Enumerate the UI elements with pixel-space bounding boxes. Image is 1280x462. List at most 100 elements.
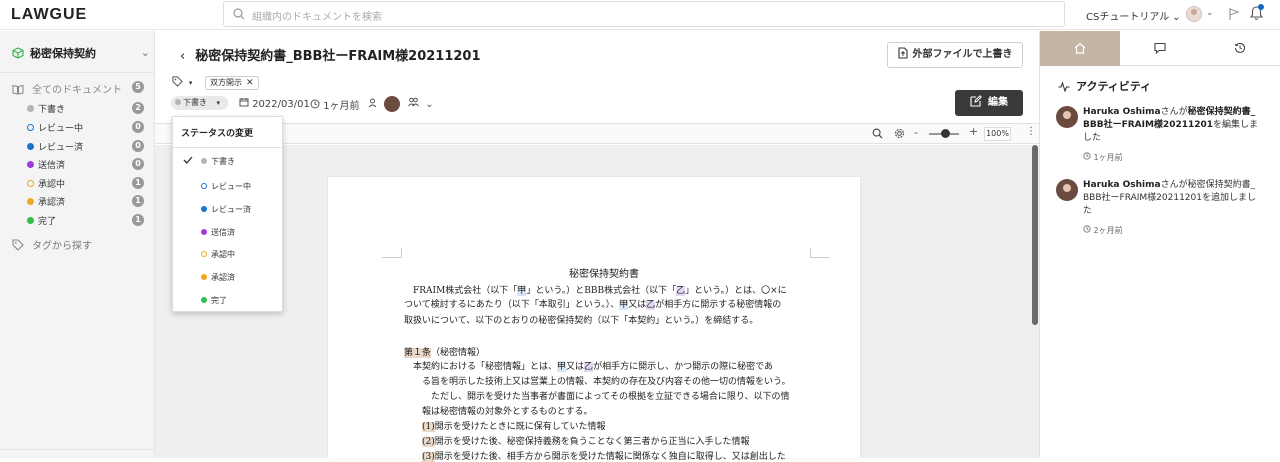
activity-icon xyxy=(1058,81,1070,95)
caret-down-icon: ▾ xyxy=(188,79,193,87)
back-arrow-icon[interactable]: ‹ xyxy=(180,49,185,64)
menu-item-draft[interactable]: 下書き xyxy=(201,156,281,167)
menu-item-in-review[interactable]: レビュー中 xyxy=(201,181,281,192)
sidebar-item-label: 全てのドキュメント xyxy=(32,85,122,96)
sidebar-item-all-documents[interactable]: 全てのドキュメント 5 xyxy=(12,81,147,98)
group-icon xyxy=(408,97,422,110)
status-dot xyxy=(27,198,34,205)
zoom-slider-handle[interactable] xyxy=(941,129,950,138)
tab-history[interactable] xyxy=(1200,31,1280,66)
org-name: CSチュートリアル xyxy=(1086,12,1170,23)
contract-intro-line: 取扱いについて、以下のとおりの秘密保持契約（以下「本契約」という。）を締結する。 xyxy=(404,316,759,326)
count-badge: 0 xyxy=(132,158,144,170)
panel-tabs xyxy=(1040,31,1280,66)
chevron-down-icon[interactable]: ⌄ xyxy=(1206,8,1214,18)
button-label: 外部ファイルで上書き xyxy=(912,49,1013,60)
search-placeholder: 組織内のドキュメントを検索 xyxy=(252,12,382,23)
count-badge: 0 xyxy=(132,121,144,133)
contract-intro-line: FRAIM株式会社（以下「甲」という。）とBBB株式会社（以下「乙」という。）と… xyxy=(404,286,787,296)
status-dot xyxy=(27,105,34,112)
tag-dropdown[interactable]: ▾ xyxy=(172,76,192,90)
status-dot xyxy=(201,206,207,212)
sidebar-item-status-approving[interactable]: 承認中 1 xyxy=(27,177,147,190)
notification-badge xyxy=(1258,4,1264,10)
zoom-out-button[interactable]: - xyxy=(914,126,918,139)
document-updated: 1ヶ月前 xyxy=(310,97,360,112)
avatar xyxy=(1056,106,1078,128)
article-body-line: 報は秘密情報の対象外とするものとする。 xyxy=(422,407,593,417)
clock-icon xyxy=(1083,225,1094,235)
members-dropdown[interactable]: ⌄ xyxy=(408,97,434,110)
gear-icon[interactable] xyxy=(894,128,905,142)
close-icon[interactable]: ✕ xyxy=(246,78,254,88)
status-dot xyxy=(201,229,207,235)
chevron-down-icon: ⌄ xyxy=(1172,12,1181,23)
tab-home[interactable] xyxy=(1040,31,1120,66)
workspace-selector[interactable]: 秘密保持契約 ⌄ xyxy=(12,45,152,62)
page-title: ‹ 秘密保持契約書_BBB社ーFRAIM様20211201 xyxy=(180,45,481,64)
owner-avatar xyxy=(383,96,400,112)
status-label: レビュー中 xyxy=(38,124,84,134)
comment-icon xyxy=(1154,42,1166,57)
page-corner-mark xyxy=(810,248,830,258)
article-body-line: る旨を明示した技術上又は営業上の情報、本契約の存在及び内容その他一切の情報をいう… xyxy=(422,377,791,387)
search-icon xyxy=(233,8,245,23)
status-dot xyxy=(201,274,207,280)
chevron-down-icon: ⌄ xyxy=(140,46,150,59)
activity-heading: アクティビティ xyxy=(1058,78,1151,95)
status-dot xyxy=(27,180,34,187)
file-upload-icon xyxy=(897,45,908,69)
top-bar: LAWGUE 組織内のドキュメントを検索 CSチュートリアル ⌄ ⌄ xyxy=(0,0,1280,30)
document-owner[interactable] xyxy=(368,96,400,112)
article-number[interactable]: 第１条 xyxy=(404,348,432,358)
activity-text: Haruka Oshimaさんが秘密保持契約書_BBB社ーFRAIM様20211… xyxy=(1083,180,1256,216)
tag-icon xyxy=(12,239,24,254)
edit-button[interactable]: 編集 xyxy=(955,90,1023,116)
status-chip[interactable]: 下書き ▾ xyxy=(171,96,228,110)
calendar-icon xyxy=(239,98,252,110)
org-switcher[interactable]: CSチュートリアル ⌄ xyxy=(1086,8,1181,23)
search-icon[interactable] xyxy=(872,128,883,142)
status-dot xyxy=(201,158,207,164)
sidebar-item-status-reviewed[interactable]: レビュー済 0 xyxy=(27,140,147,153)
check-icon xyxy=(183,154,193,167)
caret-down-icon: ▾ xyxy=(216,99,221,107)
sidebar-item-tag-search[interactable]: タグから探す xyxy=(12,237,92,254)
app-logo[interactable]: LAWGUE xyxy=(11,6,87,24)
menu-item-approving[interactable]: 承認中 xyxy=(201,249,281,260)
history-icon xyxy=(1234,42,1246,57)
sidebar-item-status-approved[interactable]: 承認済 1 xyxy=(27,195,147,208)
sidebar-item-status-sent[interactable]: 送信済 0 xyxy=(27,158,147,171)
divider xyxy=(0,449,155,450)
divider xyxy=(0,72,155,73)
status-dot xyxy=(201,297,207,303)
status-label: 完了 xyxy=(38,217,57,227)
search-input[interactable]: 組織内のドキュメントを検索 xyxy=(223,1,1065,27)
zoom-level[interactable]: 100% xyxy=(984,127,1011,141)
sidebar: 秘密保持契約 ⌄ 全てのドキュメント 5 下書き 2 レビュー中 0 レビュー済… xyxy=(0,31,155,458)
tag-label: 双方開示 xyxy=(210,78,242,87)
flag-icon[interactable] xyxy=(1228,7,1240,24)
vertical-scrollbar[interactable] xyxy=(1032,145,1038,325)
status-dot xyxy=(27,143,34,150)
clock-icon xyxy=(310,99,323,112)
tag-chip[interactable]: 双方開示 ✕ xyxy=(205,76,259,90)
menu-item-reviewed[interactable]: レビュー済 xyxy=(201,204,281,215)
zoom-in-button[interactable]: + xyxy=(969,125,978,138)
overwrite-external-file-button[interactable]: 外部ファイルで上書き xyxy=(887,42,1023,68)
article-item: (3)開示を受けた後、相手方から開示を受けた情報に関係なく独自に取得し、又は創出… xyxy=(422,452,786,462)
page-corner-mark xyxy=(382,248,402,258)
menu-item-sent[interactable]: 送信済 xyxy=(201,227,281,238)
menu-item-approved[interactable]: 承認済 xyxy=(201,272,281,283)
tab-comments[interactable] xyxy=(1120,31,1200,66)
user-avatar[interactable] xyxy=(1186,6,1202,22)
status-label: レビュー済 xyxy=(38,143,84,153)
sidebar-item-status-complete[interactable]: 完了 1 xyxy=(27,214,147,227)
more-vertical-icon[interactable]: ⋮ xyxy=(1026,126,1036,137)
contract-intro-line: ついて検討するにあたり（以下「本取引」という。）、甲又は乙が相手方に開示する秘密… xyxy=(404,300,782,310)
menu-item-complete[interactable]: 完了 xyxy=(201,295,281,306)
sidebar-item-status-draft[interactable]: 下書き 2 xyxy=(27,102,147,115)
button-label: 編集 xyxy=(988,97,1008,108)
sidebar-item-status-in-review[interactable]: レビュー中 0 xyxy=(27,121,147,134)
count-badge: 1 xyxy=(132,214,144,226)
